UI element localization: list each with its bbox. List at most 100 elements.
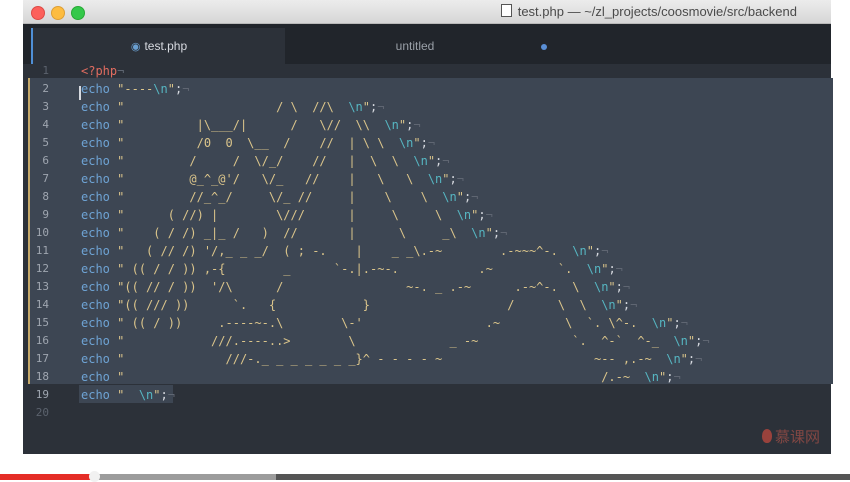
code-line: echo " ( //) | \/// | \ \ \n";¬ (81, 206, 493, 224)
code-token: ¬ (680, 316, 688, 330)
line-number: 11 (35, 244, 49, 257)
code-token: echo (81, 100, 110, 114)
line-number: 19 (35, 388, 49, 401)
code-line: echo " /0 0 \__ / // | \ \ \n";¬ (81, 134, 435, 152)
tab-bar: ◉ test.php untitled (23, 24, 831, 64)
code-token: ¬ (442, 154, 450, 168)
code-line: echo " @_^_@'/ \/_ // | \ \ \n";¬ (81, 170, 464, 188)
code-token: echo (81, 316, 110, 330)
code-token: ¬ (601, 244, 609, 258)
code-token: " ( //) | \/// | \ \ (117, 208, 457, 222)
code-token: \n (666, 352, 681, 366)
code-token: \n (644, 370, 659, 384)
code-token: \n (601, 298, 616, 312)
tab-label: untitled (395, 39, 435, 53)
line-number: 2 (42, 82, 49, 95)
code-token: echo (81, 82, 110, 96)
tab-untitled[interactable]: untitled (285, 28, 547, 64)
code-token: ¬ (500, 226, 508, 240)
code-token: ; (615, 280, 623, 294)
code-token: ¬ (485, 208, 493, 222)
watermark-text: 慕课网 (775, 429, 821, 446)
code-token: "---- (117, 82, 154, 96)
code-line: echo "(( /// )) `. { } / \ \ \n";¬ (81, 296, 637, 314)
code-token: echo (81, 136, 110, 150)
code-token: echo (81, 370, 110, 384)
tab-test-php[interactable]: ◉ test.php (31, 28, 285, 64)
line-number: 7 (42, 172, 49, 185)
code-token: ; (160, 388, 168, 402)
code-token: " ( // /) '/,_ _ _/ ( ; -. | _ _\.-~ .-~… (117, 244, 573, 258)
code-token: " (427, 154, 436, 168)
code-token: " (117, 388, 139, 402)
code-token: echo (81, 280, 110, 294)
code-token: \n (651, 316, 667, 330)
code-token: echo (81, 118, 110, 132)
code-token: \n (572, 244, 587, 258)
code-token: echo (81, 244, 110, 258)
window-title: test.php — ~/zl_projects/coosmovie/src/b… (23, 4, 831, 19)
code-token: \n (153, 82, 168, 96)
code-token: ; (492, 226, 501, 240)
code-token: " /0 0 \__ / // | \ \ (117, 136, 399, 150)
code-token: ; (673, 316, 681, 330)
code-editor[interactable]: 1 2 3 4 5 6 7 8 9 10 11 12 13 14 15 16 17 18 19 20 <?php¬ ec… (23, 64, 833, 454)
line-number: 20 (35, 406, 49, 419)
line-number: 1 (42, 64, 49, 77)
code-line: echo " ( // /) '/,_ _ _/ ( ; -. | _ _\.-… (81, 242, 608, 260)
video-played (0, 474, 95, 480)
code-line: echo " |\___/| / \// \\ \n";¬ (81, 116, 421, 134)
code-token: " (485, 226, 493, 240)
code-token: ¬ (413, 118, 421, 132)
tab-label: test.php (144, 39, 188, 53)
code-line: echo " ///.----..> \ _ -~ `. ^-` ^-_ \n"… (81, 332, 710, 350)
code-token: \n (673, 334, 688, 348)
code-line: echo " //_^_/ \/_ // | \ \ \n";¬ (81, 188, 478, 206)
line-number: 6 (42, 154, 49, 167)
code-token: " ( / /) _|_ / ) // | \ _\ (117, 226, 472, 240)
code-token: echo (81, 172, 110, 186)
code-token: " / \ //\ (117, 100, 349, 114)
watermark: 慕课网 (762, 426, 820, 447)
code-token: echo (81, 352, 110, 366)
code-token: " (680, 352, 688, 366)
flame-icon (762, 429, 772, 443)
line-number: 10 (35, 226, 49, 239)
line-number: 5 (42, 136, 49, 149)
code-token: " //_^_/ \/_ // | \ \ (117, 190, 443, 204)
code-token: " (153, 388, 161, 402)
code-line: echo " ///-._ _ _ _ _ _ _}^ - - - - ~ ~-… (81, 350, 702, 368)
code-line: echo " ( / /) _|_ / ) // | \ _\ \n";¬ (81, 224, 507, 242)
code-line: echo " /.-~ \n";¬ (81, 368, 681, 386)
code-token: " (362, 100, 371, 114)
code-token: ¬ (182, 82, 190, 96)
code-token: " / / \/_/ // | \ \ (117, 154, 414, 168)
code-token: ¬ (673, 370, 681, 384)
line-number-gutter: 1 2 3 4 5 6 7 8 9 10 11 12 13 14 15 16 17 18 19 20 (23, 64, 71, 454)
code-token: ¬ (471, 190, 479, 204)
code-token: ¬ (456, 172, 464, 186)
video-progress-bar[interactable] (0, 471, 850, 482)
video-scrubber-handle[interactable] (89, 471, 101, 482)
line-number: 9 (42, 208, 49, 221)
code-token: ¬ (622, 280, 631, 294)
code-token: " @_^_@'/ \/_ // | \ \ (117, 172, 428, 186)
code-token: " |\___/| / \// \\ (117, 118, 385, 132)
code-token: echo (81, 298, 110, 312)
code-token: ; (449, 172, 457, 186)
code-token: "(( /// )) `. { } / \ \ (117, 298, 602, 312)
code-token: ¬ (167, 388, 175, 402)
code-line: echo " / \ //\ \n";¬ (81, 98, 384, 116)
code-token: " (608, 280, 616, 294)
code-token: \n (471, 226, 486, 240)
title-bar: test.php — ~/zl_projects/coosmovie/src/b… (23, 0, 831, 24)
code-line: echo " \n";¬ (81, 386, 175, 404)
code-token: <?php (81, 64, 118, 78)
document-icon (500, 4, 512, 17)
code-token: \n (427, 172, 443, 186)
code-line: echo " / / \/_/ // | \ \ \n";¬ (81, 152, 450, 170)
code-token: " /.-~ (117, 370, 645, 384)
code-token: ; (420, 136, 428, 150)
line-number: 14 (35, 298, 49, 311)
code-line: echo " (( / )) .----~-.\ \-' .~ \ `. \^-… (81, 314, 688, 332)
